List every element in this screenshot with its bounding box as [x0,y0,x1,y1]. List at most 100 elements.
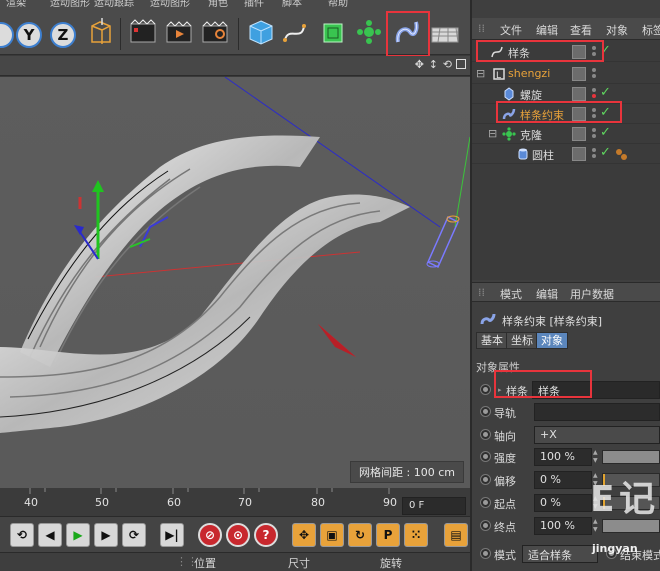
axis-y-button[interactable]: Y [16,22,42,48]
animate-radio[interactable] [480,451,491,462]
visibility-dots[interactable] [592,127,598,141]
null-object-icon: L [493,68,505,81]
previous-key-button[interactable]: ◀ [38,523,62,547]
enabled-check-icon[interactable]: ✓ [600,85,611,100]
spin-arrows-icon[interactable]: ▲ ▼ [593,449,599,465]
render-picture-viewer-button[interactable] [164,16,194,48]
animate-radio[interactable] [480,474,491,485]
record-active-button[interactable]: ⊘ [198,523,222,547]
visibility-dots[interactable] [592,67,598,81]
tree-item-shengzi[interactable]: ⊟ L shengzi [472,64,660,84]
menu-tags[interactable]: 标签 [642,22,660,38]
axis-x-button[interactable] [0,22,14,48]
autokey-button[interactable]: ⊙ [226,523,250,547]
current-frame-field[interactable]: 0 F [402,497,466,515]
animate-radio[interactable] [480,548,491,559]
animate-radio[interactable] [480,497,491,508]
grip-icon: ⁞⁞ [478,286,485,299]
view-maximize-icon[interactable] [456,59,466,69]
playback-controls: ⟲ ◀ ▶ ▶ ⟳ ▶| ⊘ ⊙ ? ✥ ▣ ↻ P ⁙ ▤ [0,516,470,552]
tab-basic[interactable]: 基本 [476,332,508,349]
render-view-button[interactable] [128,16,158,48]
position-key-button[interactable]: ✥ [292,523,316,547]
visibility-dots[interactable] [592,87,598,101]
menu-mode[interactable]: 模式 [500,286,522,302]
menu-item[interactable]: 运动图形 [50,0,90,9]
menu-item[interactable]: 插件 [244,0,264,9]
menu-item[interactable]: 角色 [208,0,228,9]
menu-user-data[interactable]: 用户数据 [570,286,614,302]
view-navigate-icon[interactable]: ✥ [415,58,424,71]
helix-icon [504,87,514,101]
floor-grid-icon [431,27,459,43]
timeline-ruler[interactable]: 40 50 60 70 80 90 0 F [0,488,470,516]
play-button[interactable]: ▶ [66,523,90,547]
tree-item-cloner[interactable]: ⊟ 克隆 ✓ [472,124,660,144]
cloner-button[interactable] [354,16,384,48]
enabled-check-icon[interactable]: ✓ [600,125,611,140]
tree-collapse-icon[interactable]: ⊟ [488,127,497,140]
material-tag-icon[interactable] [614,147,628,161]
layer-tag [572,127,586,141]
3d-viewport[interactable]: 网格间距 : 100 cm [0,77,470,488]
cube-icon [249,20,273,45]
enabled-check-icon[interactable]: ✓ [600,145,611,160]
menu-item[interactable]: 运动跟踪 [94,0,134,9]
go-to-start-button[interactable]: ⟲ [10,523,34,547]
menu-item[interactable]: 帮助 [328,0,348,9]
go-to-end-button[interactable]: ⟳ [122,523,146,547]
menu-edit[interactable]: 编辑 [536,286,558,302]
end-input[interactable]: 100 % [534,517,592,535]
menu-item[interactable]: 脚本 [282,0,302,9]
rail-link-field[interactable] [534,403,660,421]
next-key-button[interactable]: ▶ [94,523,118,547]
menu-file[interactable]: 文件 [500,22,522,38]
axis-dropdown[interactable]: +X [534,426,660,444]
animate-radio[interactable] [480,384,491,395]
field-row-rail: 导轨 [472,402,660,422]
keyframe-help-button[interactable]: ? [254,523,278,547]
view-move-icon[interactable]: ↕ [429,58,438,71]
menu-objects[interactable]: 对象 [606,22,628,38]
scale-key-button[interactable]: ▣ [320,523,344,547]
parameter-key-button[interactable]: P [376,523,400,547]
pla-key-button[interactable]: ⁙ [404,523,428,547]
visibility-dots[interactable] [592,147,598,161]
highlight-spline-wrap-box [386,11,430,57]
viewport-scene [0,77,470,488]
timeline-window-button[interactable]: ▤ [444,523,468,547]
tree-collapse-icon[interactable]: ⊟ [476,67,485,80]
animate-radio[interactable] [480,429,491,440]
view-rotate-icon[interactable]: ⟲ [443,58,452,71]
start-input[interactable]: 0 % [534,494,592,512]
coordinate-system-button[interactable] [86,16,116,48]
floor-button[interactable] [430,16,460,48]
field-label: 导轨 [494,407,516,420]
rotation-key-button[interactable]: ↻ [348,523,372,547]
field-row-axis: 轴向 +X [472,425,660,445]
cube-button[interactable] [246,16,276,48]
tab-coordinates[interactable]: 坐标 [506,332,538,349]
offset-input[interactable]: 0 % [534,471,592,489]
render-settings-button[interactable] [200,16,230,48]
attribute-title: 样条约束 [样条约束] [502,315,603,328]
menu-edit[interactable]: 编辑 [536,22,558,38]
last-frame-button[interactable]: ▶| [160,523,184,547]
clapper-icon [130,19,156,43]
menu-item[interactable]: 运动图形 [150,0,190,9]
strength-input[interactable]: 100 % [534,448,592,466]
main-toolbar: Y Z [0,10,470,57]
axis-z-button[interactable]: Z [50,22,76,48]
svg-text:L: L [496,71,501,81]
tab-object[interactable]: 对象 [536,332,568,349]
field-label: 偏移 [494,475,516,488]
tree-item-cylinder[interactable]: 圆柱 ✓ [472,144,660,164]
menu-item[interactable]: 渲染 [6,0,26,9]
subdivision-surface-button[interactable] [318,16,348,48]
spline-pen-button[interactable] [280,16,310,48]
animate-radio[interactable] [480,520,491,531]
menu-view[interactable]: 查看 [570,22,592,38]
mode-dropdown[interactable]: 适合样条 [522,545,598,563]
strength-slider[interactable] [602,450,660,464]
animate-radio[interactable] [480,406,491,417]
